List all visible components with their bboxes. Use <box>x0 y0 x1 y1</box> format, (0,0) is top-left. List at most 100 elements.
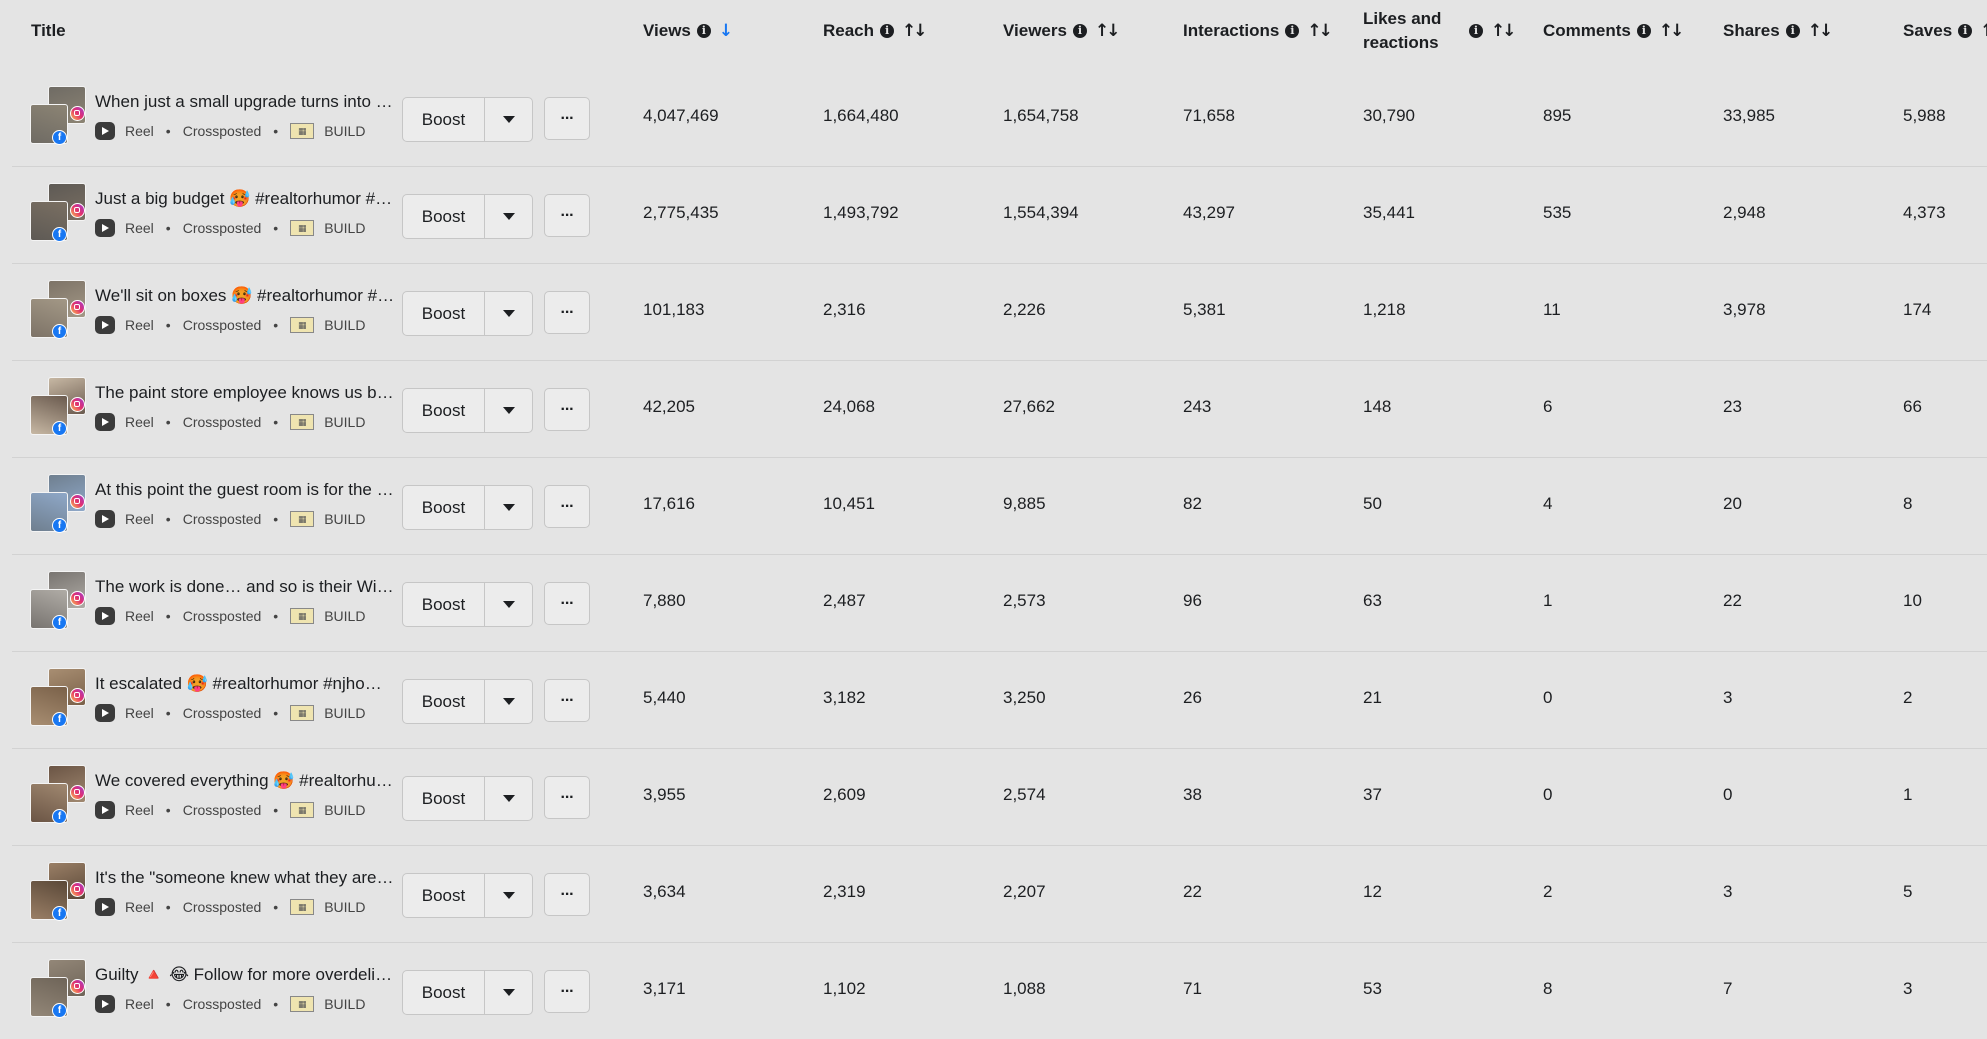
post-title[interactable]: When just a small upgrade turns into a f… <box>95 92 395 112</box>
boost-dropdown-button[interactable] <box>485 98 532 141</box>
boost-button[interactable]: Boost <box>403 874 485 917</box>
crosspost-status: Crossposted <box>182 899 262 915</box>
sort-desc-icon[interactable]: ↓ <box>719 21 733 41</box>
table-row[interactable]: f Just a big budget 🥵 #realtorhumor #njho… <box>12 167 1987 264</box>
boost-dropdown-button[interactable] <box>485 292 532 335</box>
boost-dropdown-button[interactable] <box>485 971 532 1014</box>
table-row[interactable]: f We'll sit on boxes 🥵 #realtorhumor #njh… <box>12 264 1987 361</box>
facebook-icon: f <box>52 1003 67 1018</box>
column-header-comments[interactable]: Comments i ↑↓ <box>1543 0 1684 62</box>
post-title[interactable]: We'll sit on boxes 🥵 #realtorhumor #njho… <box>95 286 395 306</box>
boost-button[interactable]: Boost <box>403 777 485 820</box>
more-options-button[interactable]: ··· <box>544 970 590 1013</box>
sort-icon[interactable]: ↑↓ <box>1659 21 1684 41</box>
more-options-button[interactable]: ··· <box>544 582 590 625</box>
separator-dot: • <box>273 802 279 818</box>
metric-value-interactions: 243 <box>1183 397 1212 416</box>
boost-button[interactable]: Boost <box>403 389 485 432</box>
post-title[interactable]: It escalated 🥵 #realtorhumor #njhomes <box>95 674 395 694</box>
info-icon[interactable]: i <box>1785 24 1800 38</box>
boost-button[interactable]: Boost <box>403 292 485 335</box>
boost-dropdown-button[interactable] <box>485 486 532 529</box>
boost-dropdown-button[interactable] <box>485 680 532 723</box>
sort-icon[interactable]: ↑↓ <box>902 21 927 41</box>
info-icon[interactable]: i <box>880 24 895 38</box>
boost-dropdown-button[interactable] <box>485 874 532 917</box>
column-header-reach[interactable]: Reach i ↑↓ <box>823 0 927 62</box>
sort-icon[interactable]: ↑↓ <box>1307 21 1332 41</box>
post-thumbnail[interactable]: f <box>30 571 90 633</box>
column-header-views[interactable]: Views i ↓ <box>643 0 733 62</box>
table-row[interactable]: f At this point the guest room is for the… <box>12 458 1987 555</box>
column-header-saves[interactable]: Savesi ↑↓ <box>1903 0 1987 62</box>
column-header-viewers[interactable]: Viewers i ↑↓ <box>1003 0 1120 62</box>
info-icon[interactable]: i <box>696 24 711 38</box>
post-title[interactable]: It's the "someone knew what they are doi… <box>95 868 395 888</box>
boost-dropdown-button[interactable] <box>485 389 532 432</box>
column-header-shares[interactable]: Shares i ↑↓ <box>1723 0 1833 62</box>
info-icon[interactable]: i <box>1469 24 1483 38</box>
sort-icon[interactable]: ↑↓ <box>1095 21 1120 41</box>
boost-button[interactable]: Boost <box>403 971 485 1014</box>
boost-button[interactable]: Boost <box>403 195 485 238</box>
more-options-button[interactable]: ··· <box>544 485 590 528</box>
instagram-icon <box>70 785 85 800</box>
table-row[interactable]: f It escalated 🥵 #realtorhumor #njhomes Re… <box>12 652 1987 749</box>
post-thumbnail[interactable]: f <box>30 377 90 439</box>
post-thumbnail[interactable]: f <box>30 183 90 245</box>
post-title[interactable]: The work is done… and so is their Wi-Fi … <box>95 577 395 597</box>
table-row[interactable]: f When just a small upgrade turns into a … <box>12 70 1987 167</box>
post-thumbnail[interactable]: f <box>30 862 90 924</box>
more-options-button[interactable]: ··· <box>544 388 590 431</box>
info-icon[interactable]: i <box>1958 24 1973 38</box>
metric-value-viewers: 1,088 <box>1003 979 1046 998</box>
more-options-button[interactable]: ··· <box>544 776 590 819</box>
more-options-button[interactable]: ··· <box>544 873 590 916</box>
sort-icon[interactable]: ↑↓ <box>1980 21 1987 41</box>
more-options-button[interactable]: ··· <box>544 194 590 237</box>
column-header-interactions[interactable]: Interactions i ↑↓ <box>1183 0 1333 62</box>
boost-dropdown-button[interactable] <box>485 195 532 238</box>
boost-button[interactable]: Boost <box>403 680 485 723</box>
post-thumbnail[interactable]: f <box>30 959 90 1021</box>
more-options-button[interactable]: ··· <box>544 97 590 140</box>
metric-value-interactions: 26 <box>1183 688 1202 707</box>
boost-dropdown-button[interactable] <box>485 583 532 626</box>
more-options-button[interactable]: ··· <box>544 291 590 334</box>
post-thumbnail[interactable]: f <box>30 86 90 148</box>
post-thumbnail[interactable]: f <box>30 474 90 536</box>
more-options-button[interactable]: ··· <box>544 679 590 722</box>
sort-icon[interactable]: ↑↓ <box>1808 21 1833 41</box>
post-title[interactable]: We covered everything 🥵 #realtorhumor <box>95 771 395 791</box>
post-thumbnail[interactable]: f <box>30 280 90 342</box>
post-title[interactable]: Just a big budget 🥵 #realtorhumor #njhom… <box>95 189 395 209</box>
table-row[interactable]: f The work is done… and so is their Wi-Fi… <box>12 555 1987 652</box>
account-name: BUILD <box>324 899 366 915</box>
post-thumbnail[interactable]: f <box>30 668 90 730</box>
boost-button[interactable]: Boost <box>403 98 485 141</box>
crosspost-status: Crossposted <box>182 802 262 818</box>
boost-button[interactable]: Boost <box>403 583 485 626</box>
post-title[interactable]: The paint store employee knows us by nam… <box>95 383 395 403</box>
table-row[interactable]: f It's the "someone knew what they are do… <box>12 846 1987 943</box>
column-header-likes-and-reactions[interactable]: Likes and reactions i ↑↓ <box>1363 0 1516 62</box>
post-type: Reel <box>125 802 154 818</box>
table-row[interactable]: f We covered everything 🥵 #realtorhumor Re… <box>12 749 1987 846</box>
post-thumbnail[interactable]: f <box>30 765 90 827</box>
table-row[interactable]: f The paint store employee knows us by na… <box>12 361 1987 458</box>
instagram-icon <box>70 106 85 121</box>
table-row[interactable]: f Guilty 🔺 😂 Follow for more overdeliveri… <box>12 943 1987 1039</box>
post-title[interactable]: Guilty 🔺 😂 Follow for more overdeliverin… <box>95 965 395 985</box>
boost-dropdown-button[interactable] <box>485 777 532 820</box>
chevron-down-icon <box>502 407 515 414</box>
sort-icon[interactable]: ↑↓ <box>1491 21 1516 41</box>
info-icon[interactable]: i <box>1285 24 1300 38</box>
boost-button[interactable]: Boost <box>403 486 485 529</box>
info-icon[interactable]: i <box>1072 24 1087 38</box>
metric-value-viewers: 2,226 <box>1003 300 1046 319</box>
post-meta: Reel • Crossposted • ▦ BUILD <box>95 412 372 432</box>
info-icon[interactable]: i <box>1636 24 1651 38</box>
post-title[interactable]: At this point the guest room is for the … <box>95 480 395 500</box>
instagram-icon <box>70 688 85 703</box>
metric-value-saves: 1 <box>1903 785 1913 804</box>
